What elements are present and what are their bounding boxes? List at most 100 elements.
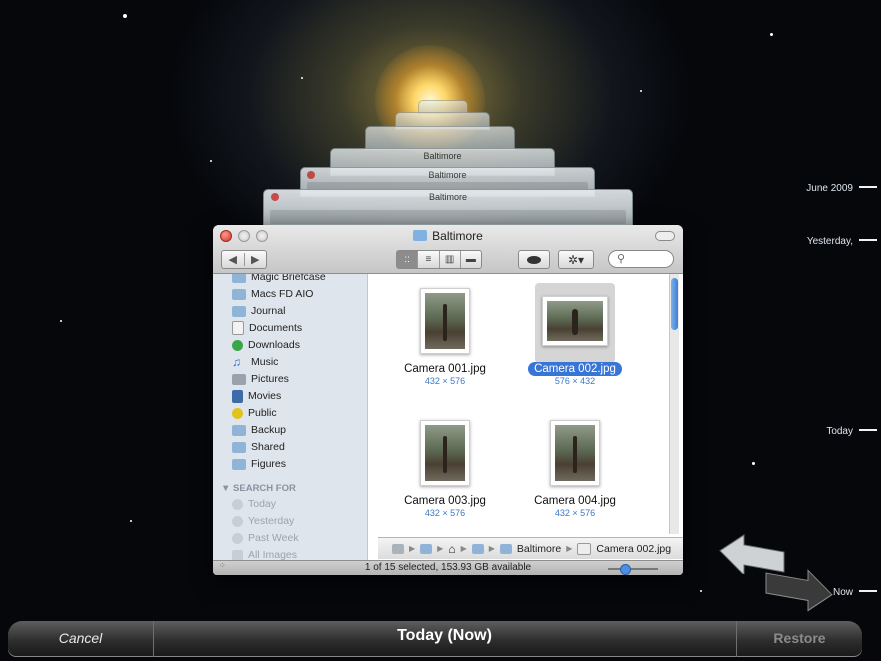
- column-view-button[interactable]: ▥: [440, 251, 461, 268]
- search-for-header[interactable]: ▼ SEARCH FOR: [221, 483, 296, 494]
- folder-icon: [232, 288, 246, 300]
- stack-window[interactable]: Baltimore: [263, 189, 633, 229]
- stack-window-title: Baltimore: [423, 151, 462, 161]
- sidebar-item-today[interactable]: Today: [232, 496, 276, 512]
- file-dimensions: 576 × 432: [554, 376, 596, 386]
- computer-icon[interactable]: [392, 543, 404, 554]
- file-thumbnail: [550, 420, 600, 486]
- file-thumbnail: [420, 420, 470, 486]
- path-separator-icon: ▶: [488, 544, 495, 553]
- sidebar-item-journal[interactable]: Journal: [232, 303, 285, 319]
- sidebar-item-downloads[interactable]: Downloads: [232, 337, 300, 353]
- forward-in-time-arrow-icon[interactable]: [760, 568, 836, 612]
- slider-knob[interactable]: [620, 564, 631, 575]
- sidebar-item-figures[interactable]: Figures: [232, 456, 286, 472]
- content-scroll-thumb[interactable]: [671, 278, 678, 330]
- sidebar-item-yesterday[interactable]: Yesterday: [232, 513, 294, 529]
- back-button[interactable]: ◀: [222, 253, 245, 266]
- finder-window: Baltimore ◀ ▶ :: ≡ ▥ ▬ ✲▾ ⚲ Magic Briefc…: [213, 225, 683, 575]
- star: [770, 33, 773, 36]
- path-separator-icon: ▶: [566, 544, 573, 553]
- eye-icon: [527, 255, 541, 264]
- gear-icon: ✲▾: [567, 252, 585, 267]
- current-time-title: Today (Now): [397, 627, 492, 644]
- path-separator-icon: ▶: [460, 544, 467, 553]
- cancel-button[interactable]: Cancel: [8, 621, 153, 657]
- window-title: Baltimore: [213, 229, 683, 243]
- restore-button[interactable]: Restore: [737, 621, 862, 657]
- sidebar-scrollbar[interactable]: [367, 274, 368, 560]
- action-menu-button[interactable]: ✲▾: [558, 250, 594, 269]
- path-separator-icon: ▶: [437, 544, 444, 553]
- time-machine-control-bar: Cancel Today (Now) Restore: [8, 621, 862, 657]
- coverflow-view-button[interactable]: ▬: [461, 251, 481, 268]
- search-field[interactable]: ⚲: [608, 250, 674, 268]
- content-scrollbar[interactable]: [669, 274, 679, 534]
- timeline-label-june-2009[interactable]: June 2009: [806, 183, 877, 194]
- back-forward-control: ◀ ▶: [221, 250, 267, 269]
- path-folder[interactable]: Baltimore: [517, 543, 561, 555]
- star: [130, 520, 132, 522]
- file-dimensions: 432 × 576: [424, 508, 466, 518]
- images-icon: [232, 549, 243, 560]
- document-icon: [577, 542, 592, 555]
- sidebar-item-all-images[interactable]: All Images: [232, 547, 297, 560]
- stack-window-toolbar: [270, 210, 626, 224]
- icon-view-button[interactable]: ::: [397, 251, 419, 268]
- sidebar-item-public[interactable]: Public: [232, 405, 277, 421]
- file-item[interactable]: Camera 004.jpg 432 × 576: [520, 420, 630, 518]
- file-item-selected[interactable]: Camera 002.jpg 576 × 432: [520, 296, 630, 386]
- star: [301, 77, 303, 79]
- file-name: Camera 004.jpg: [534, 495, 616, 507]
- file-dimensions: 432 × 576: [424, 376, 466, 386]
- file-item[interactable]: Camera 001.jpg 432 × 576: [390, 288, 500, 386]
- home-icon[interactable]: ⌂: [448, 542, 455, 556]
- sidebar-item-music[interactable]: ♫ Music: [232, 354, 278, 370]
- star: [123, 14, 127, 18]
- stack-window-title: Baltimore: [428, 170, 467, 180]
- sidebar: Magic Briefcase Macs FD AIO Journal Docu…: [213, 274, 368, 560]
- folder-icon: [413, 230, 428, 241]
- pictures-icon[interactable]: [471, 543, 484, 554]
- downloads-icon: [232, 339, 243, 351]
- star: [60, 320, 62, 322]
- list-view-button[interactable]: ≡: [418, 251, 440, 268]
- file-item[interactable]: Camera 003.jpg 432 × 576: [390, 420, 500, 518]
- sidebar-item-magic-briefcase[interactable]: Magic Briefcase: [232, 274, 326, 285]
- sidebar-item-past-week[interactable]: Past Week: [232, 530, 299, 546]
- path-bar: ▶ ▶ ⌂ ▶ ▶ Baltimore ▶ Camera 002.jpg: [378, 537, 683, 559]
- path-separator-icon: ▶: [409, 544, 416, 553]
- star: [700, 590, 702, 592]
- quicklook-button[interactable]: [518, 250, 550, 269]
- pictures-icon: [232, 373, 246, 385]
- clock-icon: [232, 498, 243, 510]
- sidebar-item-movies[interactable]: Movies: [232, 388, 281, 404]
- file-browser: Camera 001.jpg 432 × 576 Camera 002.jpg …: [378, 274, 671, 534]
- file-name: Camera 002.jpg: [520, 362, 630, 376]
- forward-button[interactable]: ▶: [245, 253, 267, 266]
- timeline-label-today[interactable]: Today: [826, 426, 877, 437]
- stack-window[interactable]: [365, 126, 515, 150]
- photo-preview: [425, 425, 465, 481]
- timeline-label-yesterday[interactable]: Yesterday,: [807, 236, 877, 247]
- star: [752, 462, 755, 465]
- sidebar-item-shared[interactable]: Shared: [232, 439, 285, 455]
- stack-window-title: Baltimore: [428, 192, 467, 202]
- drive-icon[interactable]: [420, 543, 433, 554]
- file-thumbnail: [420, 288, 470, 354]
- folder-icon: [232, 458, 246, 470]
- icon-size-slider[interactable]: [608, 564, 658, 575]
- sidebar-item-pictures[interactable]: Pictures: [232, 371, 289, 387]
- sidebar-item-backup[interactable]: Backup: [232, 422, 286, 438]
- star: [210, 160, 212, 162]
- title-bar[interactable]: Baltimore ◀ ▶ :: ≡ ▥ ▬ ✲▾ ⚲: [213, 225, 683, 274]
- path-file[interactable]: Camera 002.jpg: [596, 543, 671, 555]
- folder-icon: [232, 305, 246, 317]
- document-icon: [232, 321, 244, 335]
- file-dimensions: 432 × 576: [554, 508, 596, 518]
- sidebar-item-macs-fd-aio[interactable]: Macs FD AIO: [232, 286, 313, 302]
- sidebar-item-documents[interactable]: Documents: [232, 320, 302, 336]
- timeline-label-now[interactable]: Now: [833, 587, 877, 598]
- photo-preview: [425, 293, 465, 349]
- toolbar-toggle-button[interactable]: [655, 231, 675, 241]
